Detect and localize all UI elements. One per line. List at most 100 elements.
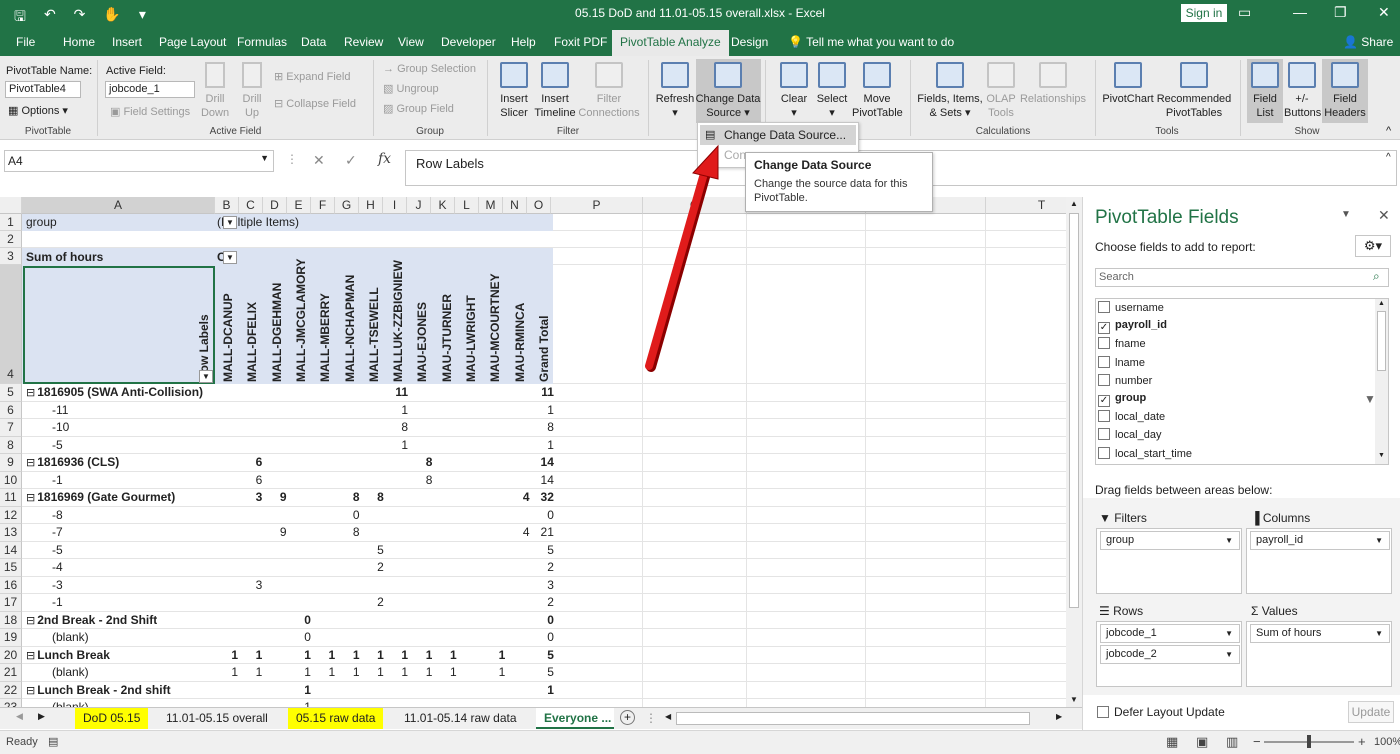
hscroll-right-icon[interactable]: ▶ <box>1056 712 1062 721</box>
close-button[interactable]: ✕ <box>1378 4 1390 21</box>
active-field-input[interactable]: jobcode_1 <box>105 81 195 98</box>
new-sheet-icon[interactable]: + <box>620 710 635 725</box>
row-header[interactable]: 5 <box>0 384 22 402</box>
pivot-value-cell[interactable]: 1 <box>238 647 263 664</box>
pivot-value-cell[interactable]: 2 <box>360 594 384 611</box>
pivot-value-cell[interactable]: 1 <box>336 664 360 681</box>
tell-me-search[interactable]: 💡 Tell me what you want to do <box>788 35 954 49</box>
pivot-value-cell[interactable]: 1 <box>384 402 408 419</box>
values-pill-sum-of-hours[interactable]: Sum of hours ▼ <box>1250 624 1390 643</box>
pivot-value-cell[interactable]: 8 <box>336 524 360 541</box>
chevron-down-icon[interactable]: ▼ <box>1375 629 1383 638</box>
pivot-value-cell[interactable]: 6 <box>238 472 263 489</box>
pivot-value-cell[interactable]: 1 <box>287 647 311 664</box>
pivot-value-cell[interactable]: 11 <box>530 384 554 401</box>
row-header[interactable]: 16 <box>0 576 22 594</box>
select-all-corner[interactable] <box>0 197 22 214</box>
collapse-row-icon[interactable]: ⊟ <box>26 387 35 399</box>
pivot-value-cell[interactable]: 1 <box>214 647 238 664</box>
row-header[interactable]: 8 <box>0 436 22 454</box>
options-button[interactable]: ▦ Options ▾ <box>8 104 68 118</box>
drill-down-button[interactable]: Drill Down <box>199 62 231 120</box>
name-box[interactable]: A4 ▼ <box>4 150 274 172</box>
pivot-value-cell[interactable]: 1 <box>287 664 311 681</box>
hscroll-left-icon[interactable]: ◀ <box>665 712 671 721</box>
pivot-value-cell[interactable]: 1 <box>238 664 263 681</box>
tab-design[interactable]: Design <box>731 35 768 49</box>
pivotchart-button[interactable]: PivotChart <box>1102 62 1154 106</box>
column-header[interactable]: J <box>407 197 431 214</box>
pivot-row-label[interactable]: -1 <box>52 594 63 611</box>
pivot-value-cell[interactable]: 3 <box>530 577 554 594</box>
pivot-row-label[interactable]: -7 <box>52 524 63 541</box>
field-item[interactable]: local_start_time <box>1098 446 1192 464</box>
clear-button[interactable]: Clear ▾ <box>776 62 812 120</box>
sheet-tab-raw-data-05-15[interactable]: 05.15 raw data <box>288 708 384 729</box>
field-scroll-up-icon[interactable]: ▲ <box>1378 300 1385 307</box>
pivot-value-cell[interactable]: 1 <box>433 664 457 681</box>
pivot-value-cell[interactable]: 1 <box>384 647 408 664</box>
column-header[interactable]: N <box>503 197 527 214</box>
field-item[interactable]: fname <box>1098 337 1146 355</box>
refresh-button[interactable]: Refresh ▾ <box>655 62 695 120</box>
tab-review[interactable]: Review <box>344 35 383 49</box>
row-header[interactable]: 14 <box>0 541 22 559</box>
pane-options-chevron-icon[interactable]: ▼ <box>1341 209 1351 220</box>
pivot-value-cell[interactable]: 3 <box>238 577 263 594</box>
pivot-value-cell[interactable]: 1 <box>287 699 311 707</box>
field-item[interactable]: local_date <box>1098 410 1165 428</box>
checked-checkbox-icon[interactable]: ✓ <box>1098 395 1110 407</box>
zoom-out-button[interactable]: − <box>1253 734 1261 749</box>
column-header[interactable]: L <box>455 197 479 214</box>
rows-pill-jobcode-1[interactable]: jobcode_1 ▼ <box>1100 624 1240 643</box>
row-header[interactable]: 12 <box>0 506 22 524</box>
pivot-value-cell[interactable]: 1 <box>311 664 336 681</box>
row-header[interactable]: 17 <box>0 594 22 612</box>
pivot-value-cell[interactable]: 2 <box>530 559 554 576</box>
pivot-row-label[interactable]: (blank) <box>52 664 89 681</box>
chevron-down-icon[interactable]: ▼ <box>1225 650 1233 659</box>
column-filter-dropdown-icon[interactable]: ▼ <box>223 251 237 264</box>
pivot-value-cell[interactable]: 4 <box>506 524 530 541</box>
pivot-row-label[interactable]: -8 <box>52 507 63 524</box>
pivot-row-label[interactable]: ⊟ Lunch Break - 2nd shift <box>26 682 171 700</box>
pivot-value-cell[interactable]: 8 <box>530 419 554 436</box>
row-header[interactable]: 13 <box>0 524 22 542</box>
checkbox-icon[interactable] <box>1098 337 1110 350</box>
column-header[interactable]: F <box>311 197 335 214</box>
tab-data[interactable]: Data <box>301 35 326 49</box>
insert-timeline-button[interactable]: Insert Timeline <box>532 62 578 120</box>
column-header[interactable]: H <box>359 197 383 214</box>
collapse-ribbon-icon[interactable]: ^ <box>1386 124 1391 138</box>
pivot-value-cell[interactable]: 0 <box>336 507 360 524</box>
checkbox-icon[interactable] <box>1098 446 1110 459</box>
pivot-row-label[interactable]: -3 <box>52 577 63 594</box>
pivot-value-cell[interactable]: 1 <box>336 647 360 664</box>
tab-home[interactable]: Home <box>63 35 95 49</box>
insert-slicer-button[interactable]: Insert Slicer <box>496 62 532 120</box>
column-header[interactable]: D <box>263 197 287 214</box>
column-header[interactable]: E <box>287 197 311 214</box>
minimize-button[interactable]: — <box>1293 4 1307 20</box>
filters-pill-group[interactable]: group ▼ <box>1100 531 1240 550</box>
filter-connections-button[interactable]: Filter Connections <box>578 62 640 120</box>
ribbon-display-options-icon[interactable]: ▭ <box>1238 4 1251 21</box>
field-list-scrollbar[interactable]: ▲ ▼ <box>1375 299 1388 464</box>
pivot-value-cell[interactable]: 32 <box>530 489 554 506</box>
column-header[interactable]: C <box>239 197 263 214</box>
tab-split-icon[interactable]: ⋮ <box>645 711 657 725</box>
cancel-icon[interactable]: ✕ <box>313 152 325 169</box>
checkbox-icon[interactable] <box>1098 301 1110 313</box>
relationships-button[interactable]: Relationships <box>1018 62 1088 106</box>
pivot-value-cell[interactable]: 4 <box>506 489 530 506</box>
row-header[interactable]: 3 <box>0 248 22 265</box>
checkbox-icon[interactable] <box>1098 428 1110 441</box>
column-header[interactable]: A <box>22 197 215 214</box>
sheet-tab-everyone[interactable]: Everyone ... <box>536 708 614 729</box>
tab-help[interactable]: Help <box>511 35 536 49</box>
row-header[interactable]: 21 <box>0 664 22 682</box>
pivot-value-cell[interactable]: 5 <box>530 664 554 681</box>
gear-icon[interactable]: ⚙▾ <box>1355 235 1391 257</box>
pivot-row-label[interactable]: -4 <box>52 559 63 576</box>
row-header[interactable]: 20 <box>0 646 22 664</box>
